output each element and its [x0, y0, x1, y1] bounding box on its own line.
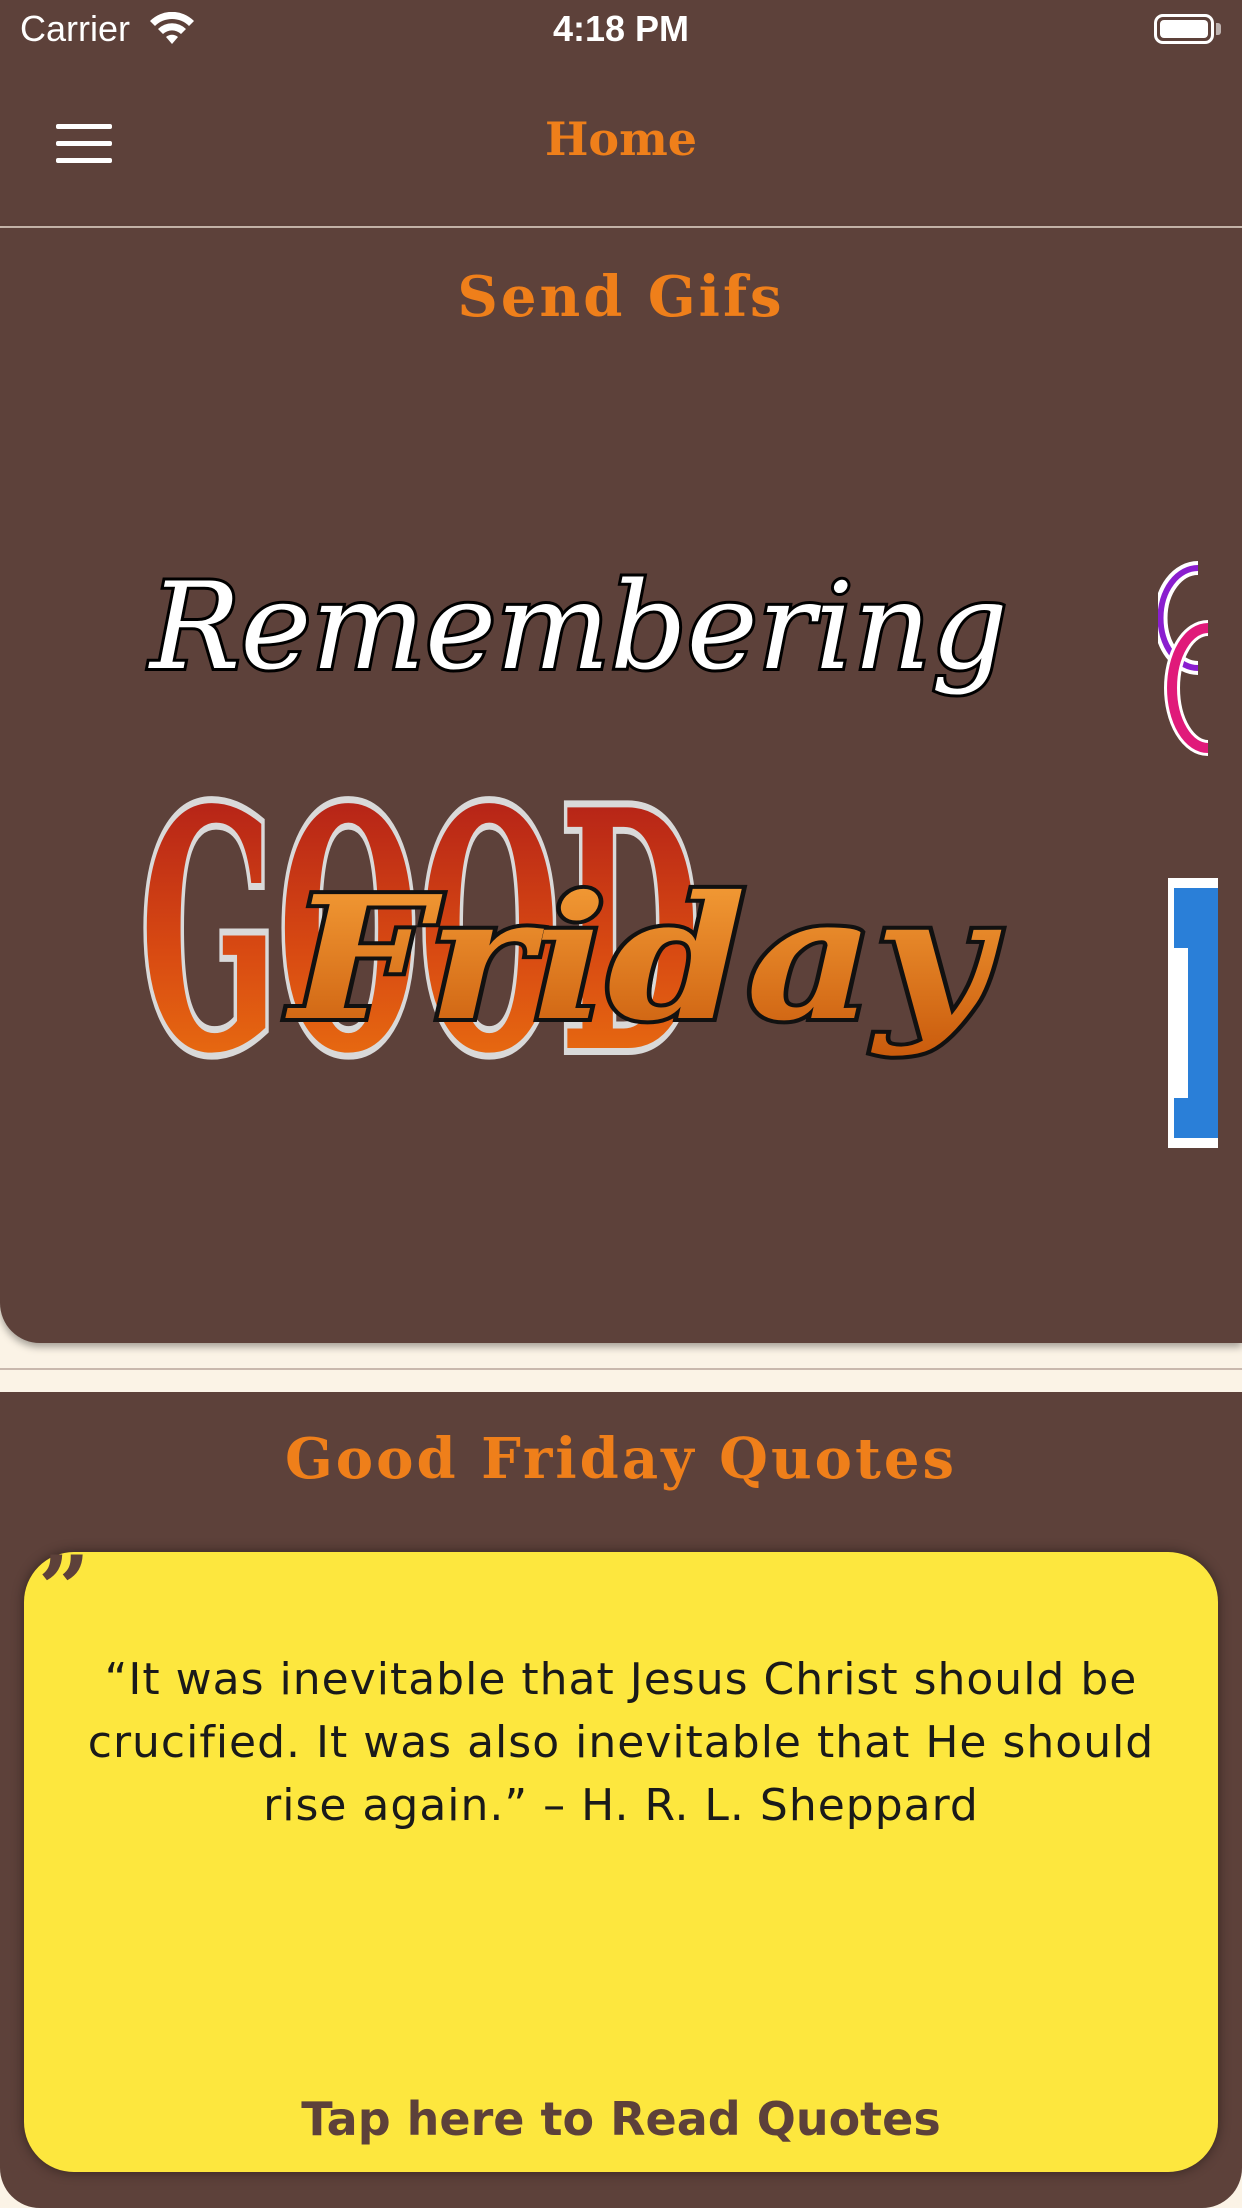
navigation-bar: Home: [0, 64, 1242, 228]
page-title: Home: [544, 112, 698, 166]
send-gifs-card: Send Gifs Remembering GOOD Friday: [0, 228, 1242, 1343]
status-bar: Carrier 4:18 PM: [0, 0, 1242, 64]
send-gifs-title: Send Gifs: [457, 264, 785, 330]
gif-line-friday: Friday: [285, 859, 1002, 1059]
section-divider: [0, 1368, 1242, 1370]
quotes-title: Good Friday Quotes: [284, 1426, 958, 1492]
battery-icon: [1154, 14, 1214, 44]
battery-tip: [1216, 23, 1221, 35]
gif-carousel[interactable]: Remembering GOOD Friday: [100, 548, 1218, 1448]
quote-box[interactable]: ” “It was inevitable that Jesus Christ s…: [24, 1544, 1218, 2172]
quote-text: “It was inevitable that Jesus Christ sho…: [87, 1654, 1155, 1831]
next-gif-preview[interactable]: [1158, 548, 1218, 1148]
quotes-card: Good Friday Quotes ” “It was inevitable …: [0, 1392, 1242, 2208]
good-friday-gif[interactable]: Remembering GOOD Friday: [100, 548, 1040, 1148]
read-quotes-button[interactable]: Tap here to Read Quotes: [24, 2092, 1218, 2146]
gif-line-remembering: Remembering: [148, 558, 1008, 697]
quote-mark-icon: ”: [38, 1536, 90, 1642]
status-time: 4:18 PM: [552, 8, 690, 49]
